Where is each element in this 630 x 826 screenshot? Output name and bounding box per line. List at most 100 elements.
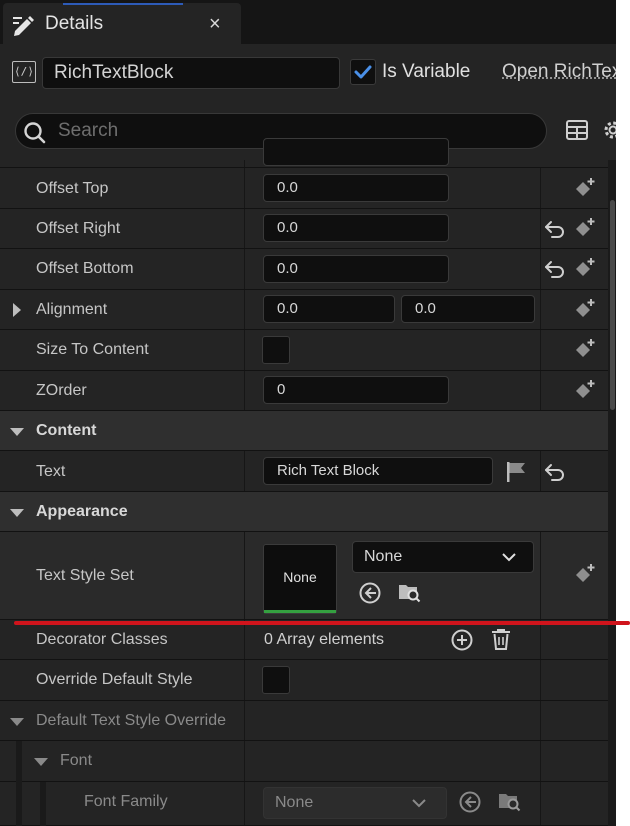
table-view-icon[interactable] [566,119,588,141]
browse-asset-icon[interactable] [497,789,521,813]
localization-flag-icon[interactable] [505,460,529,484]
indent-guide [16,741,22,782]
column-divider [540,249,541,289]
open-class-link[interactable]: Open RichTex [502,61,616,83]
row-default-text-style-override[interactable]: Default Text Style Override [0,701,608,741]
column-divider [540,660,541,700]
offset-top-field[interactable]: 0.0 [263,174,449,202]
column-divider [244,209,245,248]
close-icon[interactable]: × [209,12,221,36]
checkmark-icon [354,65,372,79]
is-variable-checkbox[interactable] [350,59,376,85]
indent-guide [16,782,22,826]
style-thumbnail-label: None [283,569,317,585]
pencil-icon [13,16,34,36]
trash-icon[interactable] [489,627,513,651]
chevron-down-icon [412,799,426,808]
row-size-to-content: Size To Content [0,330,608,371]
tab-accent [63,3,183,5]
column-divider [244,160,245,167]
collapse-arrow-icon[interactable] [10,428,24,436]
chevron-down-icon [502,553,516,562]
collapse-arrow-icon[interactable] [10,509,24,517]
tab-details[interactable]: Details × [3,3,241,44]
column-divider [244,290,245,329]
window-edge [616,0,630,826]
widget-name-field[interactable]: RichTextBlock [42,57,340,89]
override-default-style-label: Override Default Style [36,671,193,688]
column-divider [540,701,541,740]
zorder-field[interactable]: 0 [263,376,449,404]
content-category-label: Content [36,422,97,439]
clipped-row [0,138,608,168]
column-divider [244,249,245,289]
use-selected-asset-icon[interactable] [358,581,382,605]
decorator-classes-label: Decorator Classes [36,631,168,648]
category-appearance[interactable]: Appearance [0,492,608,532]
alignment-x-field[interactable]: 0.0 [263,295,395,323]
column-divider [540,209,541,248]
alignment-y-field[interactable]: 0.0 [401,295,535,323]
override-default-style-checkbox[interactable] [262,666,290,694]
text-style-set-value: None [364,548,403,565]
tab-title: Details [45,13,104,34]
appearance-category-label: Appearance [36,503,128,520]
add-keyframe-icon[interactable] [573,337,597,361]
row-offset-right: Offset Right 0.0 [0,209,608,249]
search-icon [24,122,46,144]
column-divider [244,741,245,781]
size-to-content-checkbox[interactable] [262,336,290,364]
add-keyframe-icon[interactable] [573,378,597,402]
column-divider [540,451,541,491]
array-count-text: 0 Array elements [264,631,385,648]
row-font-family: Font Family None [0,782,608,826]
row-offset-bottom: Offset Bottom 0.0 [0,249,608,290]
expand-arrow-icon[interactable] [13,303,21,317]
column-divider [540,168,541,208]
annotation-red-line [14,621,630,625]
add-element-icon[interactable] [450,628,474,652]
add-keyframe-icon[interactable] [573,562,597,586]
tab-bar: Details × [0,0,616,44]
alignment-label: Alignment [36,301,108,318]
row-font[interactable]: Font [0,741,608,782]
column-divider [540,290,541,329]
text-style-set-label: Text Style Set [36,567,134,584]
zorder-label: ZOrder [36,382,87,399]
widget-header: ⟨/⟩ RichTextBlock Is Variable Open RichT… [0,44,616,102]
font-family-label: Font Family [84,793,168,810]
search-placeholder: Search [58,120,119,141]
column-divider [540,371,541,410]
add-keyframe-icon[interactable] [573,256,597,280]
default-text-style-override-label: Default Text Style Override [36,712,227,729]
reset-to-default-icon[interactable] [543,257,567,281]
style-thumbnail[interactable]: None [263,544,337,614]
row-decorator-classes: Decorator Classes 0 Array elements [0,620,608,660]
text-field[interactable]: Rich Text Block [263,457,493,485]
offset-top-label: Offset Top [36,180,109,197]
reset-to-default-icon[interactable] [543,217,567,241]
collapse-arrow-icon[interactable] [34,758,48,766]
offset-right-label: Offset Right [36,220,121,237]
reset-to-default-icon[interactable] [543,460,567,484]
offset-bottom-field[interactable]: 0.0 [263,255,449,283]
collapse-arrow-icon[interactable] [10,718,24,726]
offset-right-field[interactable]: 0.0 [263,214,449,242]
add-keyframe-icon[interactable] [573,176,597,200]
column-divider [244,701,245,740]
column-divider [244,371,245,410]
column-divider [540,330,541,370]
browse-asset-icon[interactable] [397,580,421,604]
add-keyframe-icon[interactable] [573,216,597,240]
clipped-field [263,138,449,166]
category-content[interactable]: Content [0,411,608,451]
vertical-scrollbar[interactable] [610,200,615,410]
property-list: Offset Top 0.0 Offset Right 0.0 Offset B… [0,138,616,826]
add-keyframe-icon[interactable] [573,297,597,321]
size-to-content-label: Size To Content [36,341,149,358]
use-selected-asset-icon[interactable] [458,790,482,814]
column-divider [244,620,245,659]
column-divider [244,451,245,491]
column-divider [244,782,245,825]
gear-icon[interactable] [601,118,616,142]
